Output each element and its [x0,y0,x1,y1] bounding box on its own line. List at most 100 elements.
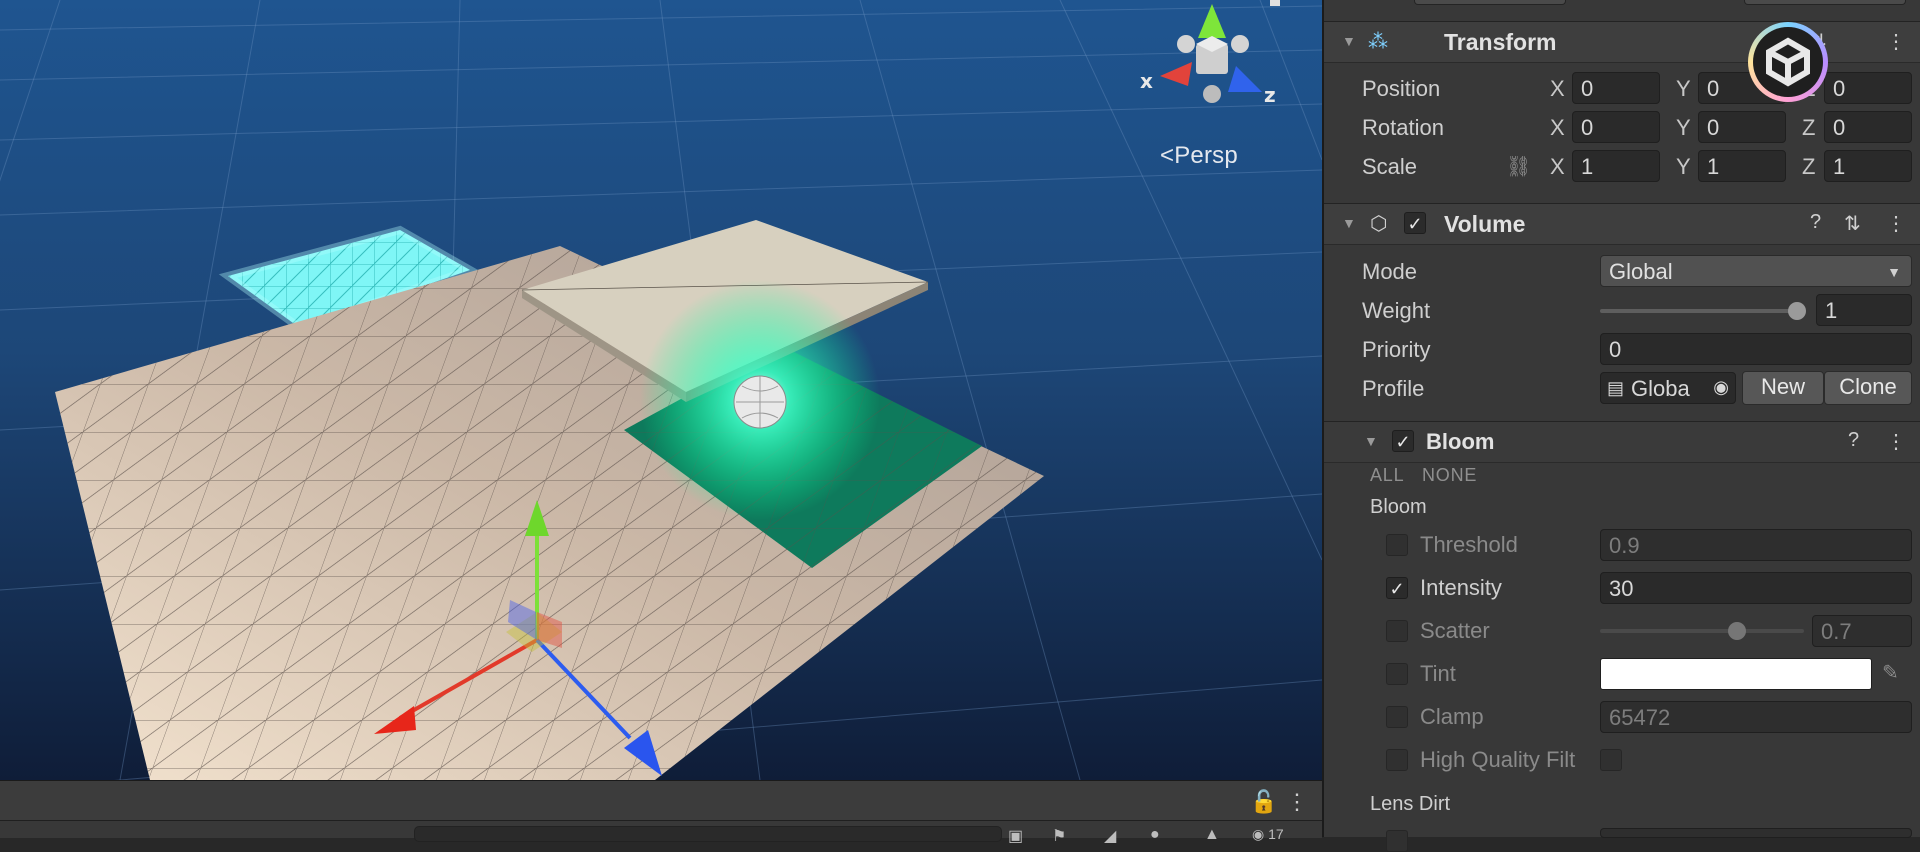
intensity-label: Intensity [1420,575,1502,600]
unity-logo-icon [1753,27,1823,97]
position-y-axis: Y [1676,76,1691,101]
projection-toggle[interactable]: <Persp [1160,142,1238,170]
top-field-stub [1414,0,1566,5]
threshold-label: Threshold [1420,532,1518,557]
weight-slider-track[interactable] [1600,309,1796,313]
tint-color-swatch[interactable] [1600,658,1872,690]
mode-dropdown[interactable]: Global ▼ [1600,255,1912,287]
profile-label: Profile [1362,376,1425,401]
priority-label: Priority [1362,337,1431,362]
weight-field[interactable]: 1 [1816,294,1912,326]
all-toggle-link[interactable]: ALL [1370,465,1404,486]
eyedropper-icon[interactable]: ✎ [1882,660,1899,685]
warning-icon[interactable]: ▲ [1204,826,1220,844]
scale-z-field[interactable]: 1 [1824,150,1912,182]
scale-y-field[interactable]: 1 [1698,150,1786,182]
more-options-icon[interactable]: ⋮ [1886,29,1906,54]
hq-filtering-checkbox[interactable] [1600,749,1622,771]
scale-label: Scale [1362,154,1418,179]
orientation-x-label: x [1140,69,1153,93]
error-icon[interactable]: ● [1150,826,1160,844]
profile-value: Globa [1631,376,1690,401]
scatter-slider-track[interactable] [1600,629,1804,633]
more-options-icon[interactable]: ⋮ [1886,211,1906,236]
foldout-arrow-icon[interactable]: ▼ [1342,33,1356,49]
transform-header[interactable]: ▼ ⁂ Transform ⇅ ⋮ [1324,21,1920,63]
intensity-override-checkbox[interactable]: ✓ [1386,577,1408,599]
console-search-input[interactable] [414,826,1002,842]
hq-override-checkbox[interactable] [1386,749,1408,771]
scale-y-axis: Y [1676,154,1691,179]
weight-label: Weight [1362,298,1431,323]
scatter-slider-thumb[interactable] [1728,622,1746,640]
threshold-override-checkbox[interactable] [1386,534,1408,556]
new-profile-button[interactable]: New [1742,371,1824,405]
dropdown-arrow-icon: ▼ [1887,264,1901,280]
position-x-axis: X [1550,76,1565,101]
dirt-texture-override-checkbox[interactable] [1386,830,1408,852]
mode-label: Mode [1362,259,1418,284]
intensity-field[interactable]: 30 [1600,572,1912,604]
filter-icon[interactable]: ◢ [1104,826,1116,846]
rotation-z-field[interactable]: 0 [1824,111,1912,143]
scale-x-axis: X [1550,154,1565,179]
position-z-field[interactable]: 0 [1824,72,1912,104]
transform-title: Transform [1444,29,1557,55]
scatter-override-checkbox[interactable] [1386,620,1408,642]
help-icon[interactable]: ? [1848,429,1859,452]
presets-icon[interactable]: ⇅ [1844,211,1861,236]
bloom-title: Bloom [1426,429,1495,454]
inspector-panel: ▼ ⁂ Transform ⇅ ⋮ Position X 0 Y 0 Z 0 R… [1322,0,1920,852]
bloom-header[interactable]: ▼ ✓ Bloom ? ⋮ [1324,421,1920,463]
profile-object-field[interactable]: ▤ Globa ◉ [1600,372,1736,404]
transform-icon: ⁂ [1368,31,1388,53]
bloom-enabled-checkbox[interactable]: ✓ [1392,430,1414,452]
weight-slider-thumb[interactable] [1788,302,1806,320]
orientation-z-label: z [1264,83,1276,107]
scatter-label: Scatter [1420,618,1490,643]
rotation-x-field[interactable]: 0 [1572,111,1660,143]
top-field-stub-2 [1744,0,1906,5]
lens-dirt-section-label: Lens Dirt [1370,793,1451,815]
rotation-x-axis: X [1550,115,1565,140]
bloom-section-label: Bloom [1370,496,1427,518]
volume-title: Volume [1444,211,1526,237]
rotation-y-field[interactable]: 0 [1698,111,1786,143]
rotation-label: Rotation [1362,115,1444,140]
threshold-field[interactable]: 0.9 [1600,529,1912,561]
foldout-arrow-icon[interactable]: ▼ [1364,433,1378,449]
position-label: Position [1362,76,1441,101]
constrain-proportions-icon[interactable]: ⛓ [1506,154,1531,179]
hidden-count: ◉ 17 [1252,826,1284,842]
scene-view[interactable]: x z <Persp [0,0,1322,780]
object-picker-icon[interactable]: ◉ [1713,377,1729,398]
foldout-arrow-icon[interactable]: ▼ [1342,215,1356,231]
hq-filtering-label: High Quality Filt [1420,747,1576,772]
volume-header[interactable]: ▼ ⬡ ✓ Volume ? ⇅ ⋮ [1324,203,1920,245]
clone-profile-button[interactable]: Clone [1824,371,1912,405]
sphere-object[interactable] [733,375,787,429]
none-toggle-link[interactable]: NONE [1422,465,1477,486]
more-options-icon[interactable]: ⋮ [1886,429,1906,454]
more-options-icon[interactable]: ⋮ [1286,789,1308,815]
scatter-field[interactable]: 0.7 [1812,615,1912,647]
help-icon[interactable]: ? [1810,211,1821,234]
unity-avatar[interactable] [1748,22,1828,102]
collapse-icon[interactable]: ⚑ [1052,826,1066,846]
position-x-field[interactable]: 0 [1572,72,1660,104]
priority-field[interactable]: 0 [1600,333,1912,365]
scene-viewport[interactable]: x z [0,0,1322,780]
clamp-field[interactable]: 65472 [1600,701,1912,733]
scale-x-field[interactable]: 1 [1572,150,1660,182]
tint-override-checkbox[interactable] [1386,663,1408,685]
projection-label: Persp [1174,142,1238,169]
clamp-label: Clamp [1420,704,1484,729]
scene-footer-bar: 🔓 ⋮ [0,780,1322,821]
volume-enabled-checkbox[interactable]: ✓ [1404,212,1426,234]
hidden-count-value: 17 [1268,826,1284,842]
rotation-z-axis: Z [1802,115,1816,140]
clamp-override-checkbox[interactable] [1386,706,1408,728]
chevron-left-icon: < [1160,142,1175,169]
lock-icon[interactable]: 🔓 [1250,789,1277,815]
clear-icon[interactable]: ▣ [1008,826,1023,846]
